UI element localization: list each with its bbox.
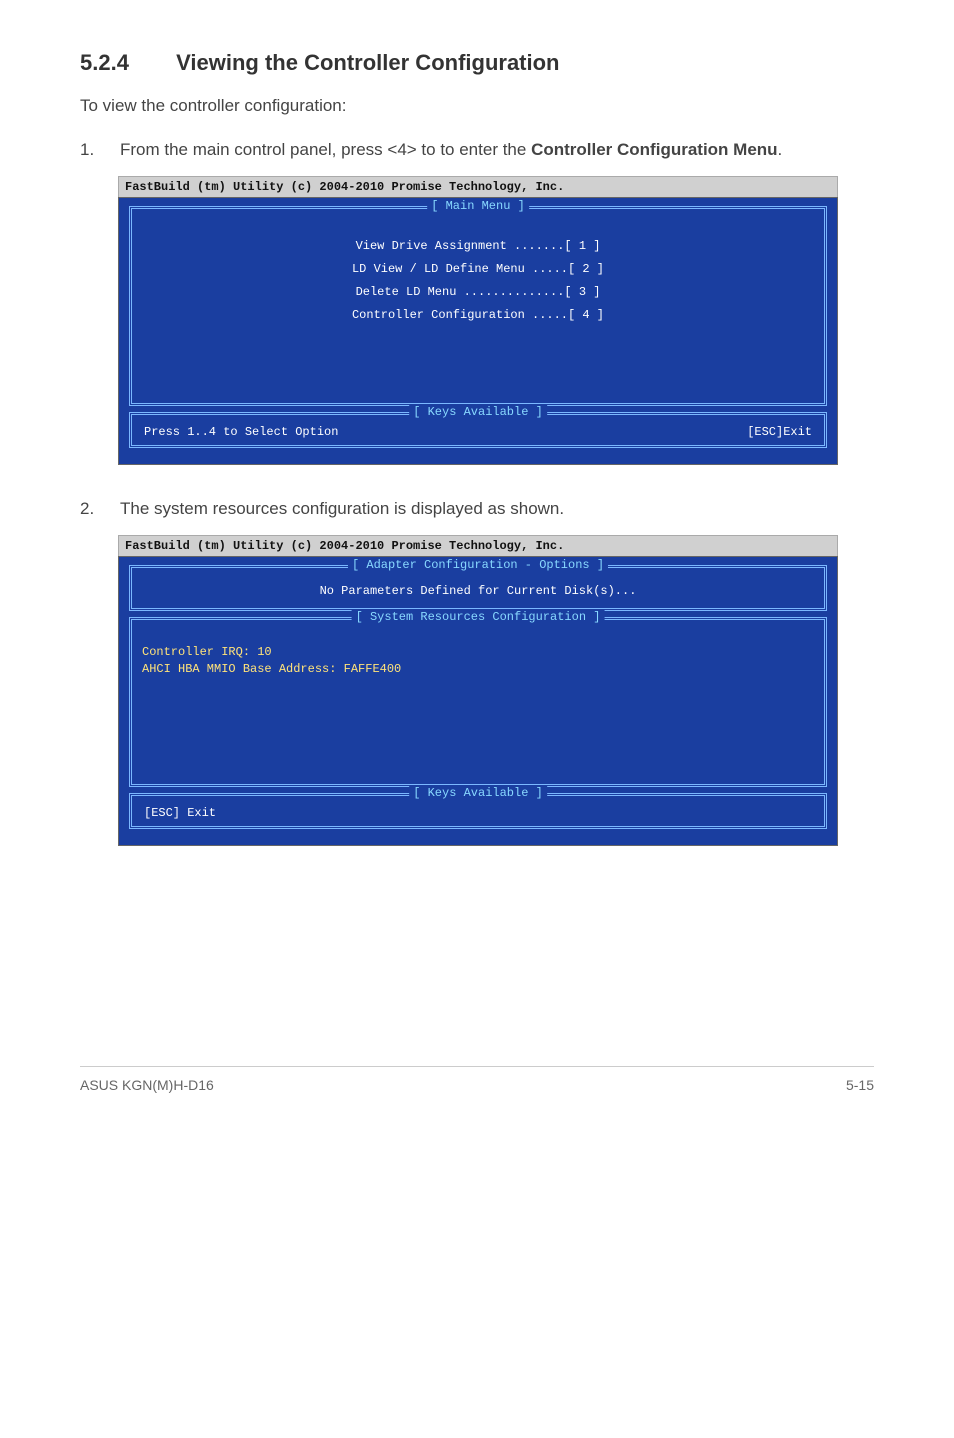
menu-item: Controller Configuration .....[ 4 ] (142, 304, 814, 327)
keys-right: [ESC]Exit (747, 425, 812, 439)
sys-line: AHCI HBA MMIO Base Address: FAFFE400 (142, 661, 814, 678)
sys-title: [ System Resources Configuration ] (352, 610, 605, 624)
keys-title: [ Keys Available ] (409, 405, 547, 419)
step-text-bold: Controller Configuration Menu (531, 140, 777, 159)
step-body: The system resources configuration is di… (120, 497, 874, 522)
page-footer: ASUS KGN(M)H-D16 5-15 (80, 1067, 874, 1093)
section-number: 5.2.4 (80, 50, 170, 76)
intro-text: To view the controller configuration: (80, 94, 874, 118)
step-text-pre: From the main control panel, press <4> t… (120, 140, 531, 159)
menu-item: Delete LD Menu ..............[ 3 ] (142, 281, 814, 304)
adapter-panel: [ Adapter Configuration - Options ] No P… (129, 565, 827, 611)
keys-left: [ESC] Exit (144, 806, 216, 820)
step-text-post: . (778, 140, 783, 159)
keys-panel: [ Keys Available ] Press 1..4 to Select … (129, 412, 827, 448)
keys-title: [ Keys Available ] (409, 786, 547, 800)
menu-item: View Drive Assignment .......[ 1 ] (142, 235, 814, 258)
sys-line: Controller IRQ: 10 (142, 644, 814, 661)
adapter-message: No Parameters Defined for Current Disk(s… (142, 574, 814, 606)
menu-item: LD View / LD Define Menu .....[ 2 ] (142, 258, 814, 281)
section-title: Viewing the Controller Configuration (176, 50, 559, 75)
adapter-title: [ Adapter Configuration - Options ] (348, 558, 608, 572)
footer-left: ASUS KGN(M)H-D16 (80, 1077, 214, 1093)
console-header: FastBuild (tm) Utility (c) 2004-2010 Pro… (118, 176, 838, 197)
console-header: FastBuild (tm) Utility (c) 2004-2010 Pro… (118, 535, 838, 556)
step-body: From the main control panel, press <4> t… (120, 138, 874, 163)
keys-panel: [ Keys Available ] [ESC] Exit (129, 793, 827, 829)
footer-right: 5-15 (846, 1077, 874, 1093)
keys-row: [ESC] Exit (142, 802, 814, 820)
step-2: 2. The system resources configuration is… (80, 497, 874, 522)
console-2: FastBuild (tm) Utility (c) 2004-2010 Pro… (118, 535, 838, 846)
sys-body: Controller IRQ: 10 AHCI HBA MMIO Base Ad… (142, 626, 814, 778)
system-resources-panel: [ System Resources Configuration ] Contr… (129, 617, 827, 787)
step-number: 1. (80, 138, 120, 163)
step-text-pre: The system resources configuration is di… (120, 499, 564, 518)
step-number: 2. (80, 497, 120, 522)
menu-items: View Drive Assignment .......[ 1 ] LD Vi… (142, 215, 814, 396)
keys-left: Press 1..4 to Select Option (144, 425, 338, 439)
keys-row: Press 1..4 to Select Option [ESC]Exit (142, 421, 814, 439)
section-heading: 5.2.4 Viewing the Controller Configurati… (80, 50, 874, 76)
main-menu-panel: [ Main Menu ] View Drive Assignment ....… (129, 206, 827, 405)
console-body: [ Adapter Configuration - Options ] No P… (118, 556, 838, 846)
step-1: 1. From the main control panel, press <4… (80, 138, 874, 163)
console-body: [ Main Menu ] View Drive Assignment ....… (118, 197, 838, 464)
main-menu-title: [ Main Menu ] (427, 199, 529, 213)
console-1: FastBuild (tm) Utility (c) 2004-2010 Pro… (118, 176, 838, 464)
